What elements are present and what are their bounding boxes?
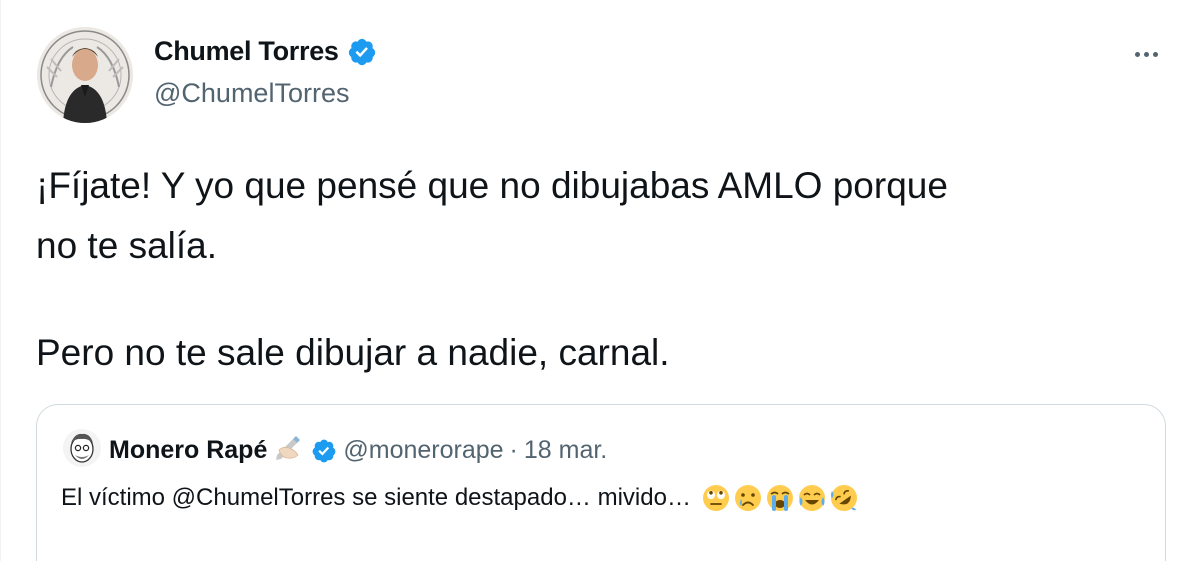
avatar-image: [37, 27, 133, 123]
emoji-group: [701, 483, 859, 513]
quoted-text-row: El víctimo @ChumelTorres se siente desta…: [61, 483, 859, 513]
tweet-text-line-1: ¡Fíjate! Y yo que pensé que no dibujabas…: [36, 165, 948, 206]
quoted-display-name[interactable]: Monero Rapé: [109, 436, 267, 465]
quoted-avatar-image: [63, 429, 101, 467]
face-with-rolling-eyes-emoji: [702, 485, 729, 511]
more-dot: [1143, 51, 1149, 57]
quoted-verified-badge-icon: [311, 438, 337, 464]
rolling-on-the-floor-laughing-emoji: [830, 485, 857, 511]
more-dot: [1152, 51, 1158, 57]
quoted-author-avatar[interactable]: [63, 429, 101, 467]
more-dot: [1134, 51, 1140, 57]
quoted-date[interactable]: 18 mar.: [524, 436, 607, 465]
author-avatar[interactable]: [37, 27, 133, 123]
author-display-name[interactable]: Chumel Torres: [154, 36, 339, 67]
tweet-text-line-2: no te salía.: [36, 225, 218, 266]
author-handle[interactable]: @ChumelTorres: [154, 78, 349, 109]
author-name-row[interactable]: Chumel Torres: [154, 36, 377, 67]
tweet-text-line-4: Pero no te sale dibujar a nadie, carnal.: [36, 332, 670, 373]
loudly-crying-face-emoji: [766, 485, 793, 511]
quoted-separator: ·: [509, 436, 518, 464]
more-options-icon[interactable]: [1126, 40, 1166, 68]
crying-face-emoji: [734, 485, 761, 511]
quoted-text: El víctimo @ChumelTorres se siente desta…: [61, 484, 691, 511]
writing-hand-emoji: [273, 433, 305, 468]
quoted-header: Monero Rapé @monerorape · 18 mar.: [109, 433, 607, 468]
verified-badge-icon: [347, 37, 377, 67]
face-with-tears-of-joy-emoji: [798, 485, 825, 511]
tweet-card: Chumel Torres @ChumelTorres ¡Fíjate! Y y…: [0, 0, 1186, 561]
quoted-handle[interactable]: @monerorape: [343, 436, 503, 465]
quoted-tweet[interactable]: Monero Rapé @monerorape · 18 mar. El víc…: [36, 404, 1166, 561]
